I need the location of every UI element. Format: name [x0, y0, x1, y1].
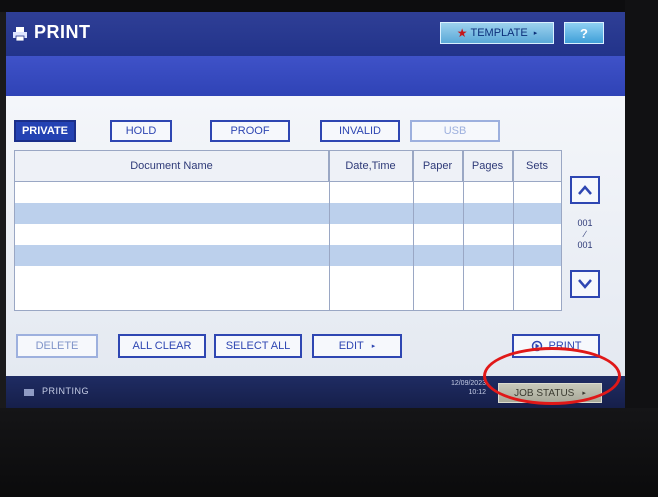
column-header-document-name[interactable]: Document Name	[15, 151, 329, 181]
edit-button-label: EDIT	[338, 340, 364, 352]
scroll-up-button[interactable]	[570, 176, 600, 204]
monitor-bezel-top	[0, 0, 658, 12]
document-table: Document Name Date,Time Paper Pages Sets	[14, 150, 562, 311]
corner-arrow-icon: ▸	[371, 343, 376, 350]
template-button[interactable]: ★ TEMPLATE ▸	[440, 22, 554, 44]
column-header-sets[interactable]: Sets	[513, 151, 561, 181]
column-divider	[463, 151, 464, 310]
column-divider	[413, 151, 414, 310]
table-row[interactable]	[15, 287, 561, 308]
tab-hold[interactable]: HOLD	[110, 120, 172, 142]
chevron-down-icon	[578, 279, 592, 289]
delete-button[interactable]: DELETE	[16, 334, 98, 358]
table-row[interactable]	[15, 182, 561, 203]
date-time: 12/09/2023 10:12	[434, 379, 486, 397]
monitor-bezel-bottom	[0, 408, 658, 497]
column-header-pages[interactable]: Pages	[463, 151, 513, 181]
tab-private[interactable]: PRIVATE	[14, 120, 76, 142]
all-clear-button[interactable]: ALL CLEAR	[118, 334, 206, 358]
column-divider	[329, 151, 330, 310]
printing-status-icon	[24, 389, 34, 396]
page-separator: ∕	[584, 229, 586, 239]
table-row[interactable]	[15, 266, 561, 287]
highlight-annotation	[483, 347, 621, 405]
tab-proof[interactable]: PROOF	[210, 120, 290, 142]
scroll-down-button[interactable]	[570, 270, 600, 298]
column-header-date-time[interactable]: Date,Time	[329, 151, 413, 181]
page-indicator: 001 ∕ 001	[572, 218, 598, 251]
tab-usb[interactable]: USB	[410, 120, 500, 142]
edit-button[interactable]: EDIT ▸	[312, 334, 402, 358]
page-title: PRINT	[34, 22, 91, 42]
chevron-up-icon	[578, 185, 592, 195]
printer-icon	[13, 27, 27, 42]
column-header-paper[interactable]: Paper	[413, 151, 463, 181]
table-row[interactable]	[15, 203, 561, 224]
help-button[interactable]: ?	[564, 22, 604, 44]
corner-arrow-icon: ▸	[533, 30, 538, 37]
message-bar	[6, 56, 625, 96]
total-pages: 001	[577, 240, 593, 250]
status-date: 12/09/2023	[450, 380, 486, 387]
star-icon: ★	[456, 26, 468, 40]
table-header: Document Name Date,Time Paper Pages Sets	[15, 151, 561, 182]
tab-invalid[interactable]: INVALID	[320, 120, 400, 142]
main-content: PRIVATE HOLD PROOF INVALID USB Document …	[6, 96, 625, 376]
column-divider	[513, 151, 514, 310]
select-all-button[interactable]: SELECT ALL	[214, 334, 302, 358]
template-button-label: TEMPLATE	[470, 27, 528, 39]
title-bar: PRINT ★ TEMPLATE ▸ ?	[6, 12, 625, 56]
table-row[interactable]	[15, 224, 561, 245]
status-time: 10:12	[468, 389, 486, 396]
table-row[interactable]	[15, 245, 561, 266]
status-text: PRINTING	[42, 386, 90, 396]
current-page: 001	[577, 218, 593, 228]
